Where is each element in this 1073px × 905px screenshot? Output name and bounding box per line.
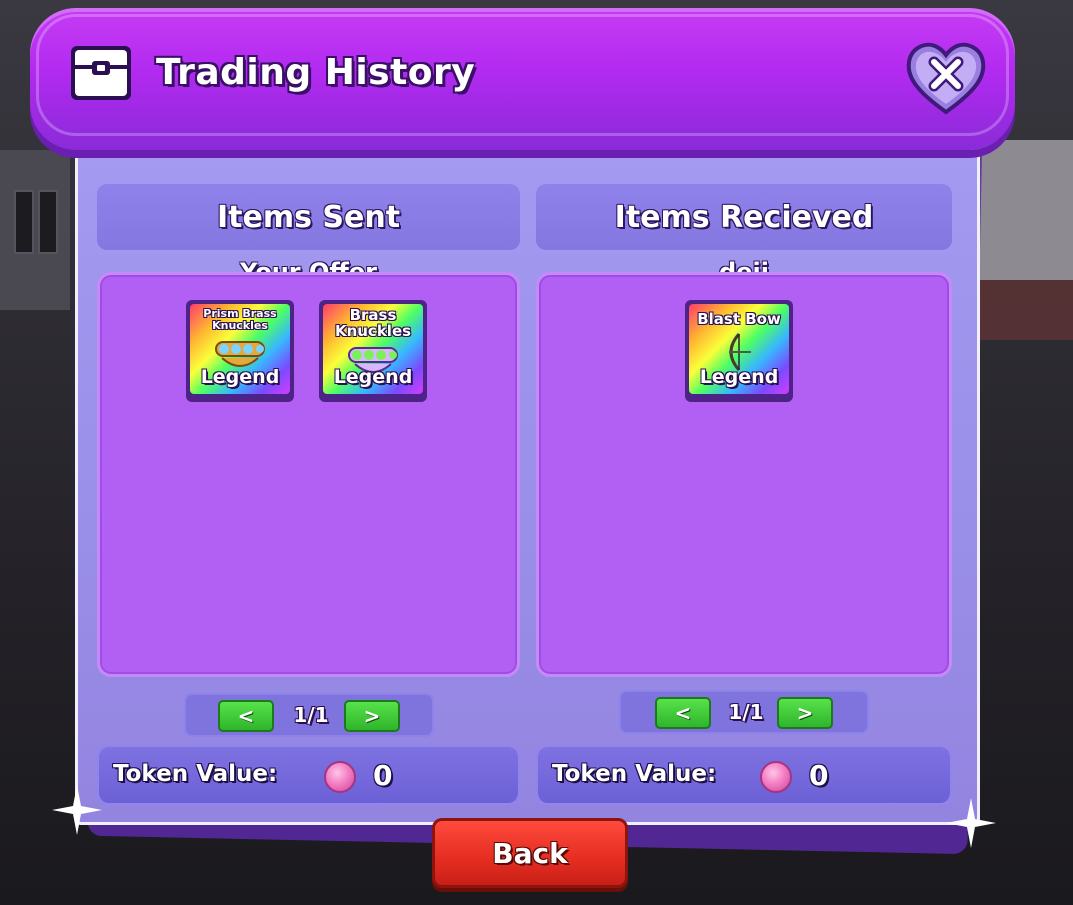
sparkle-icon bbox=[52, 785, 102, 835]
received-token-value: Token Value: 0 bbox=[536, 745, 952, 805]
background-wall bbox=[0, 150, 70, 310]
prev-page-button[interactable]: < bbox=[218, 700, 274, 732]
page-title: Trading History bbox=[156, 52, 476, 93]
token-value-label: Token Value: bbox=[552, 761, 717, 787]
background-building bbox=[978, 280, 1073, 340]
token-coin-icon bbox=[760, 761, 792, 793]
back-button[interactable]: Back bbox=[432, 818, 628, 888]
item-card[interactable]: Blast Bow Legend bbox=[685, 300, 793, 402]
sent-token-value: Token Value: 0 bbox=[97, 745, 520, 805]
page-indicator: 1/1 bbox=[728, 700, 764, 724]
item-rarity: Legend bbox=[200, 366, 280, 388]
token-coin-icon bbox=[324, 761, 356, 793]
item-name: Blast Bow bbox=[697, 310, 781, 328]
page-indicator: 1/1 bbox=[293, 703, 329, 727]
prev-page-button[interactable]: < bbox=[655, 697, 711, 729]
chest-icon bbox=[71, 46, 131, 100]
sent-pager: < 1/1 > bbox=[184, 693, 434, 737]
close-button[interactable] bbox=[905, 40, 987, 116]
token-value: 0 bbox=[809, 759, 829, 792]
background-window bbox=[38, 190, 58, 254]
token-value-label: Token Value: bbox=[113, 761, 278, 787]
background-window bbox=[14, 190, 34, 254]
item-rarity: Legend bbox=[333, 366, 413, 388]
next-page-button[interactable]: > bbox=[344, 700, 400, 732]
received-pager: < 1/1 > bbox=[619, 690, 869, 734]
item-rarity: Legend bbox=[699, 366, 779, 388]
sparkle-icon bbox=[946, 798, 996, 848]
next-page-button[interactable]: > bbox=[777, 697, 833, 729]
items-sent-header: Items Sent bbox=[97, 184, 520, 250]
token-value: 0 bbox=[373, 759, 393, 792]
received-items-box: Blast Bow Legend bbox=[536, 272, 952, 677]
sent-items-box: Prism Brass Knuckles Legend Brass Knuckl… bbox=[97, 272, 520, 677]
items-received-header: Items Recieved bbox=[536, 184, 952, 250]
item-card[interactable]: Brass Knuckles Legend bbox=[319, 300, 427, 402]
item-card[interactable]: Prism Brass Knuckles Legend bbox=[186, 300, 294, 402]
item-name: Prism Brass Knuckles bbox=[203, 307, 277, 332]
background-building bbox=[978, 140, 1073, 280]
item-name: Brass Knuckles bbox=[334, 306, 412, 340]
